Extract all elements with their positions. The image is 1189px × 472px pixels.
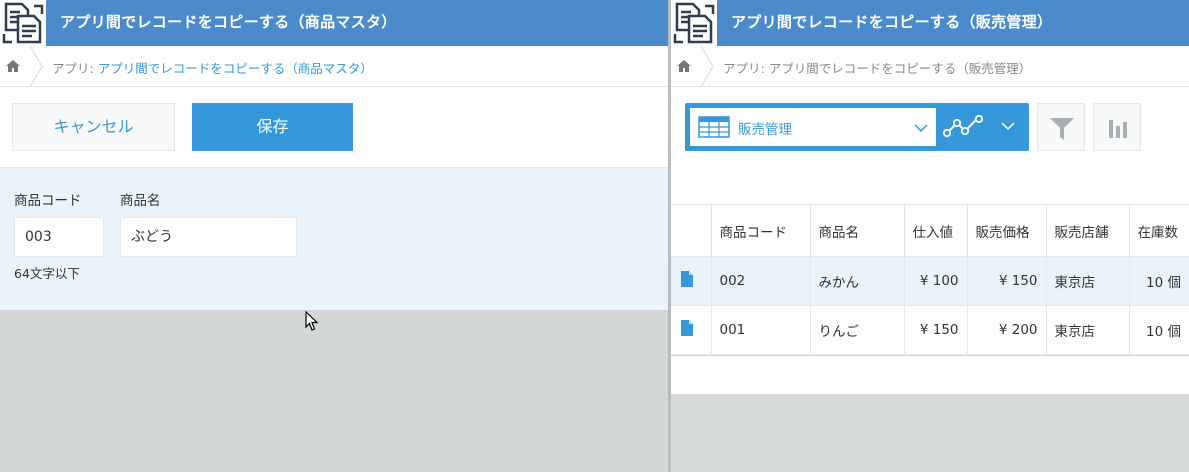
cell-store: 東京店 <box>1046 256 1130 306</box>
graph-button[interactable] <box>1093 103 1141 151</box>
cell-product-name: りんご <box>810 305 905 355</box>
breadcrumb-item: アプリ: アプリ間でレコードをコピーする（販売管理） <box>723 58 1031 77</box>
record-detail-cell[interactable] <box>671 256 712 306</box>
left-pane: アプリ間でレコードをコピーする（商品マスタ） アプリ: アプリ間でレコードをコピ… <box>0 0 668 472</box>
chevron-down-icon[interactable] <box>1001 121 1015 131</box>
breadcrumb-prefix: アプリ: <box>723 61 769 76</box>
filter-button[interactable] <box>1037 103 1085 151</box>
app-title: アプリ間でレコードをコピーする（販売管理） <box>731 13 1053 31</box>
graph-icon[interactable] <box>943 113 987 141</box>
header-detail-column <box>671 204 712 257</box>
table-view-icon <box>698 116 730 138</box>
app-title: アプリ間でレコードをコピーする（商品マスタ） <box>60 13 397 31</box>
record-detail-icon[interactable] <box>681 271 693 287</box>
product-code-hint: 64文字以下 <box>14 266 80 281</box>
table-row[interactable]: 001 りんご ¥ 150 ¥ 200 東京店 10 個 <box>671 305 1189 355</box>
header-sale-price[interactable]: 販売価格 <box>967 204 1047 257</box>
filter-icon <box>1050 118 1074 140</box>
list-toolbar: 販売管理 <box>671 87 1189 204</box>
header-product-code[interactable]: 商品コード <box>711 204 811 257</box>
cell-product-name: みかん <box>810 256 905 306</box>
cell-store: 東京店 <box>1046 305 1130 355</box>
record-detail-cell[interactable] <box>671 305 712 355</box>
cell-product-code[interactable]: 002 <box>711 256 811 306</box>
breadcrumb: アプリ: アプリ間でレコードをコピーする（商品マスタ） <box>0 46 668 87</box>
save-button[interactable]: 保存 <box>192 103 353 151</box>
header-cost[interactable]: 仕入値 <box>904 204 968 257</box>
form-toolbar: キャンセル 保存 <box>0 87 668 167</box>
product-code-label: 商品コード <box>14 193 82 209</box>
cell-stock: 10 個 <box>1129 305 1189 355</box>
view-select[interactable]: 販売管理 <box>690 108 936 146</box>
cell-sale-price: ¥ 200 <box>967 305 1047 355</box>
app-icon[interactable] <box>671 0 717 46</box>
cell-stock: 10 個 <box>1129 256 1189 306</box>
cell-cost: ¥ 150 <box>904 305 968 355</box>
home-icon[interactable] <box>676 58 692 74</box>
breadcrumb-app-name: アプリ間でレコードをコピーする（販売管理） <box>768 61 1032 76</box>
breadcrumb: アプリ: アプリ間でレコードをコピーする（販売管理） <box>671 46 1189 87</box>
product-name-label: 商品名 <box>120 193 161 209</box>
header-stock[interactable]: 在庫数 <box>1129 204 1189 257</box>
right-pane: アプリ間でレコードをコピーする（販売管理） アプリ: アプリ間でレコードをコピー… <box>671 0 1189 472</box>
view-bar: 販売管理 <box>685 103 1029 151</box>
table-row[interactable]: 002 みかん ¥ 100 ¥ 150 東京店 10 個 <box>671 256 1189 306</box>
product-name-field[interactable]: ぶどう <box>120 217 297 257</box>
table-header-row: 商品コード 商品名 仕入値 販売価格 販売店舗 在庫数 <box>671 204 1189 257</box>
breadcrumb-prefix: アプリ: <box>52 61 98 76</box>
header-product-name[interactable]: 商品名 <box>810 204 905 257</box>
app-titlebar: アプリ間でレコードをコピーする（商品マスタ） <box>0 0 668 46</box>
home-icon[interactable] <box>5 58 21 74</box>
app-icon[interactable] <box>0 0 46 46</box>
breadcrumb-item: アプリ: アプリ間でレコードをコピーする（商品マスタ） <box>52 58 373 77</box>
list-footer <box>671 356 1189 394</box>
breadcrumb-app-link[interactable]: アプリ間でレコードをコピーする（商品マスタ） <box>98 61 373 76</box>
record-detail-icon[interactable] <box>681 320 693 336</box>
cell-cost: ¥ 100 <box>904 256 968 306</box>
cell-sale-price: ¥ 150 <box>967 256 1047 306</box>
record-form: 商品コード 003 64文字以下 商品名 ぶどう <box>0 167 668 310</box>
cell-product-code[interactable]: 001 <box>711 305 811 355</box>
app-titlebar: アプリ間でレコードをコピーする（販売管理） <box>671 0 1189 46</box>
records-table: 商品コード 商品名 仕入値 販売価格 販売店舗 在庫数 002 みかん ¥ 10… <box>671 204 1189 355</box>
product-code-field[interactable]: 003 <box>14 217 104 257</box>
header-store[interactable]: 販売店舗 <box>1046 204 1130 257</box>
chevron-down-icon <box>914 124 928 133</box>
breadcrumb-separator-icon <box>700 46 714 87</box>
mouse-cursor-icon <box>305 311 319 331</box>
cancel-button[interactable]: キャンセル <box>12 103 175 151</box>
breadcrumb-separator-icon <box>29 46 43 87</box>
view-name: 販売管理 <box>738 122 792 138</box>
bar-chart-icon <box>1109 120 1127 138</box>
